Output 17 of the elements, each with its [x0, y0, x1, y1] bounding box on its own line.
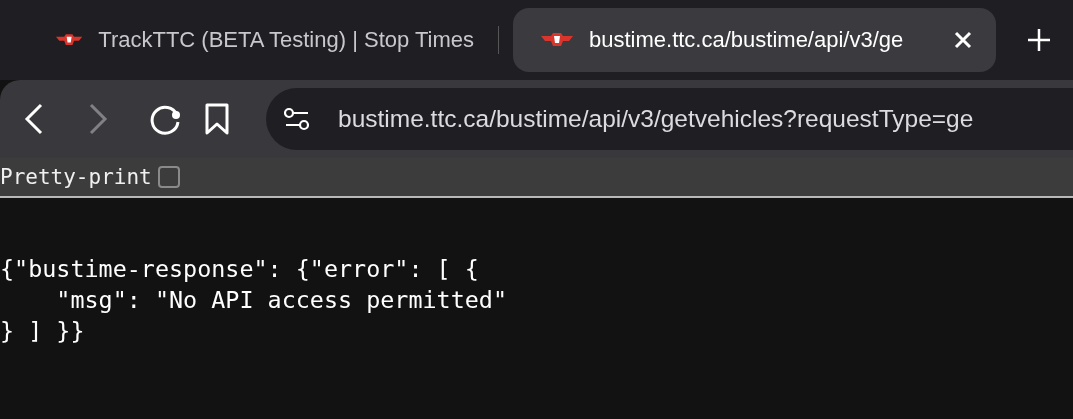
browser-tab[interactable]: bustime.ttc.ca/bustime/api/v3/ge — [513, 8, 996, 72]
logo-icon — [541, 31, 573, 49]
site-settings-icon[interactable] — [284, 107, 310, 131]
pretty-print-checkbox[interactable] — [157, 166, 180, 188]
new-tab-icon[interactable] — [1028, 29, 1050, 51]
browser-tab[interactable]: TrackTTC (BETA Testing) | Stop Times — [28, 8, 498, 72]
json-line: {"bustime-response": {"error": [ { — [0, 254, 479, 285]
json-line: } ] }} — [0, 316, 85, 347]
address-bar[interactable]: bustime.ttc.ca/bustime/api/v3/getvehicles?requestType=ge — [266, 88, 1073, 150]
json-line: "msg": "No API access permitted" — [55, 285, 507, 316]
close-icon[interactable] — [954, 31, 972, 49]
url-text: bustime.ttc.ca/bustime/api/v3/getvehicles?requestType=ge — [338, 105, 974, 133]
tab-title: TrackTTC (BETA Testing) | Stop Times — [98, 27, 474, 53]
tab-title: bustime.ttc.ca/bustime/api/v3/ge — [589, 27, 905, 53]
back-icon[interactable] — [24, 103, 44, 135]
bookmark-icon[interactable] — [204, 102, 230, 136]
pretty-print-label: Pretty-print — [0, 165, 152, 189]
